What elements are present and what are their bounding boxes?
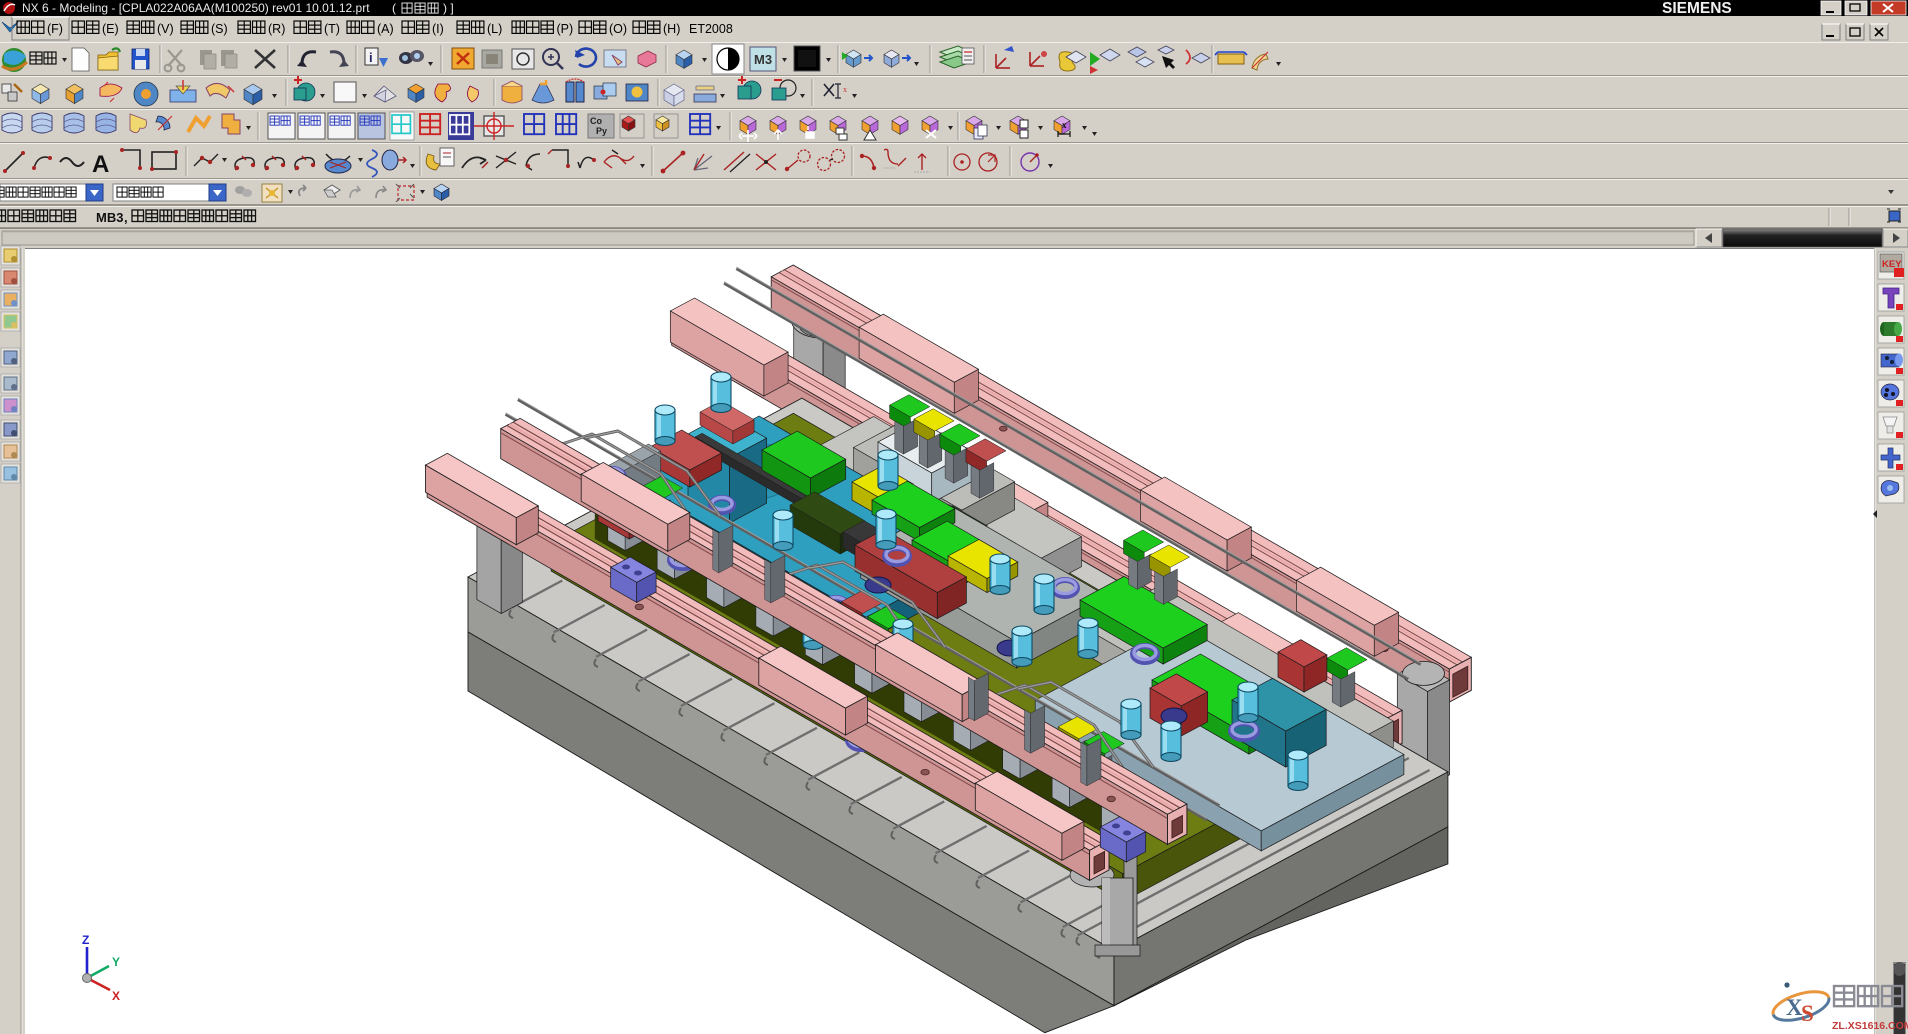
svg-text:(S): (S) bbox=[211, 22, 228, 36]
svg-text:Py: Py bbox=[596, 126, 607, 136]
svg-text:SIEMENS: SIEMENS bbox=[1662, 0, 1732, 17]
svg-text:Co: Co bbox=[590, 116, 602, 126]
svg-text:A: A bbox=[92, 151, 109, 178]
svg-text:) ]: ) ] bbox=[443, 1, 454, 15]
svg-text:(H): (H) bbox=[663, 22, 680, 36]
svg-text:Z: Z bbox=[82, 933, 89, 947]
svg-text:(R): (R) bbox=[268, 22, 285, 36]
svg-text:(: ( bbox=[392, 1, 396, 15]
svg-text:x: x bbox=[1062, 120, 1067, 130]
svg-text:ET2008: ET2008 bbox=[689, 22, 733, 36]
svg-text:(L): (L) bbox=[487, 22, 502, 36]
svg-text:i: i bbox=[369, 50, 373, 65]
svg-text:Y: Y bbox=[112, 955, 120, 969]
svg-text:S: S bbox=[1801, 1001, 1814, 1026]
svg-text:(I): (I) bbox=[432, 22, 444, 36]
svg-text:,: , bbox=[124, 210, 128, 225]
svg-text:(E): (E) bbox=[102, 22, 119, 36]
svg-text:(A): (A) bbox=[377, 22, 394, 36]
svg-text:(F): (F) bbox=[47, 22, 63, 36]
svg-text:M3: M3 bbox=[754, 52, 772, 67]
svg-text:(O): (O) bbox=[609, 22, 627, 36]
svg-text:ZL.XS1616.COM: ZL.XS1616.COM bbox=[1832, 1020, 1908, 1032]
svg-text:x: x bbox=[843, 85, 847, 94]
svg-text:(P): (P) bbox=[557, 22, 574, 36]
svg-text:NX 6 - Modeling - [CPLA022A06A: NX 6 - Modeling - [CPLA022A06AA(M100250)… bbox=[22, 1, 370, 15]
svg-text:X: X bbox=[112, 989, 120, 1003]
svg-text:MB3: MB3 bbox=[96, 210, 123, 225]
svg-text:(T): (T) bbox=[324, 22, 340, 36]
svg-text:(V): (V) bbox=[157, 22, 174, 36]
